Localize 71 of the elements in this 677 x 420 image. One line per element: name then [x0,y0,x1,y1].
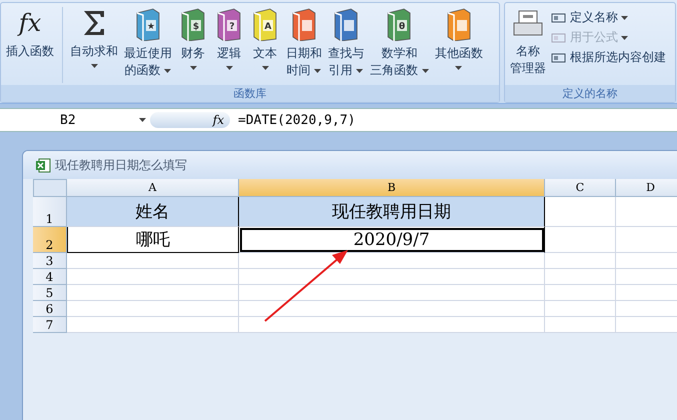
table-cell[interactable] [545,285,616,301]
ribbon-small-button[interactable]: 定义名称 [549,9,668,26]
active-cell[interactable]: 2020/9/7 [239,227,545,253]
insert-function-button[interactable]: fx [150,112,230,128]
caret-icon [356,68,364,73]
column-header[interactable]: C [545,179,616,197]
table-cell[interactable] [616,197,677,227]
table-cell[interactable] [239,301,545,317]
ribbon-button[interactable]: θ 数学和 三角函数 [367,7,432,79]
table-cell[interactable] [545,197,616,227]
ribbon-small-button[interactable]: 根据所选内容创建 [549,49,668,66]
column-header[interactable]: A [67,179,239,197]
table-cell[interactable] [239,285,545,301]
ribbon-button[interactable]: 日期和 时间 [283,7,325,79]
ribbon-button[interactable]: 其他函数 [432,7,486,74]
caret-icon [90,64,98,68]
row-header[interactable]: 1 [33,197,67,227]
ribbon-button[interactable]: fx 插入函数 [3,7,63,83]
row-header[interactable]: 7 [33,317,67,333]
table-cell[interactable] [67,317,239,333]
table-cell[interactable] [545,253,616,269]
group-label: 函数库 [1,85,499,102]
row-header[interactable]: 3 [33,253,67,269]
caret-icon [262,66,268,70]
table-cell[interactable]: 现任教聘用日期 [239,197,545,227]
table-cell[interactable] [616,301,677,317]
select-all-button[interactable] [33,179,67,197]
caret-icon [190,66,196,70]
caret-icon [455,66,462,70]
ribbon-button[interactable]: 查找与 引用 [325,7,367,79]
column-header[interactable]: D [616,179,677,197]
row-header[interactable]: 5 [33,285,67,301]
table-cell[interactable] [616,269,677,285]
ribbon-button[interactable]: 名称 管理器 [507,7,549,77]
row-header[interactable]: 4 [33,269,67,285]
spreadsheet-icon [35,158,51,172]
ribbon-button[interactable]: ? 逻辑 [211,7,247,74]
caret-icon [226,66,232,70]
table-cell[interactable] [239,253,545,269]
table-cell[interactable] [67,269,239,285]
table-cell[interactable] [239,317,545,333]
row-header[interactable]: 2 [33,227,67,253]
name-box[interactable]: B2 [0,112,150,128]
table-cell[interactable] [545,301,616,317]
table-cell[interactable] [239,269,545,285]
table-cell[interactable] [616,253,677,269]
group-label: 定义的名称 [505,85,675,102]
column-header[interactable]: B [239,179,545,197]
table-cell[interactable] [545,227,616,253]
caret-icon [314,68,322,73]
function-symbol: fx [16,8,42,39]
table-cell[interactable]: 哪吒 [67,227,239,253]
table-cell[interactable] [545,269,616,285]
table-cell[interactable] [67,253,239,269]
table-cell[interactable] [67,285,239,301]
caret-icon [164,68,172,73]
caret-icon [422,68,429,73]
table-cell[interactable]: 姓名 [67,197,239,227]
caret-icon [139,118,146,122]
row-header[interactable]: 6 [33,301,67,317]
ribbon-button[interactable]: $ 财务 [175,7,211,74]
ribbon-button[interactable]: ★ 最近使用 的函数 [121,7,175,79]
table-cell[interactable] [67,301,239,317]
formula-field[interactable]: =DATE(2020,9,7) [238,112,356,128]
table-cell[interactable] [616,317,677,333]
ribbon-button[interactable]: A 文本 [247,7,283,74]
workbook-title: 现任教聘用日期怎么填写 [55,156,187,174]
ribbon-button[interactable]: 自动求和 [67,7,121,72]
table-cell[interactable] [545,317,616,333]
table-cell[interactable] [616,227,677,253]
table-cell[interactable] [616,285,677,301]
